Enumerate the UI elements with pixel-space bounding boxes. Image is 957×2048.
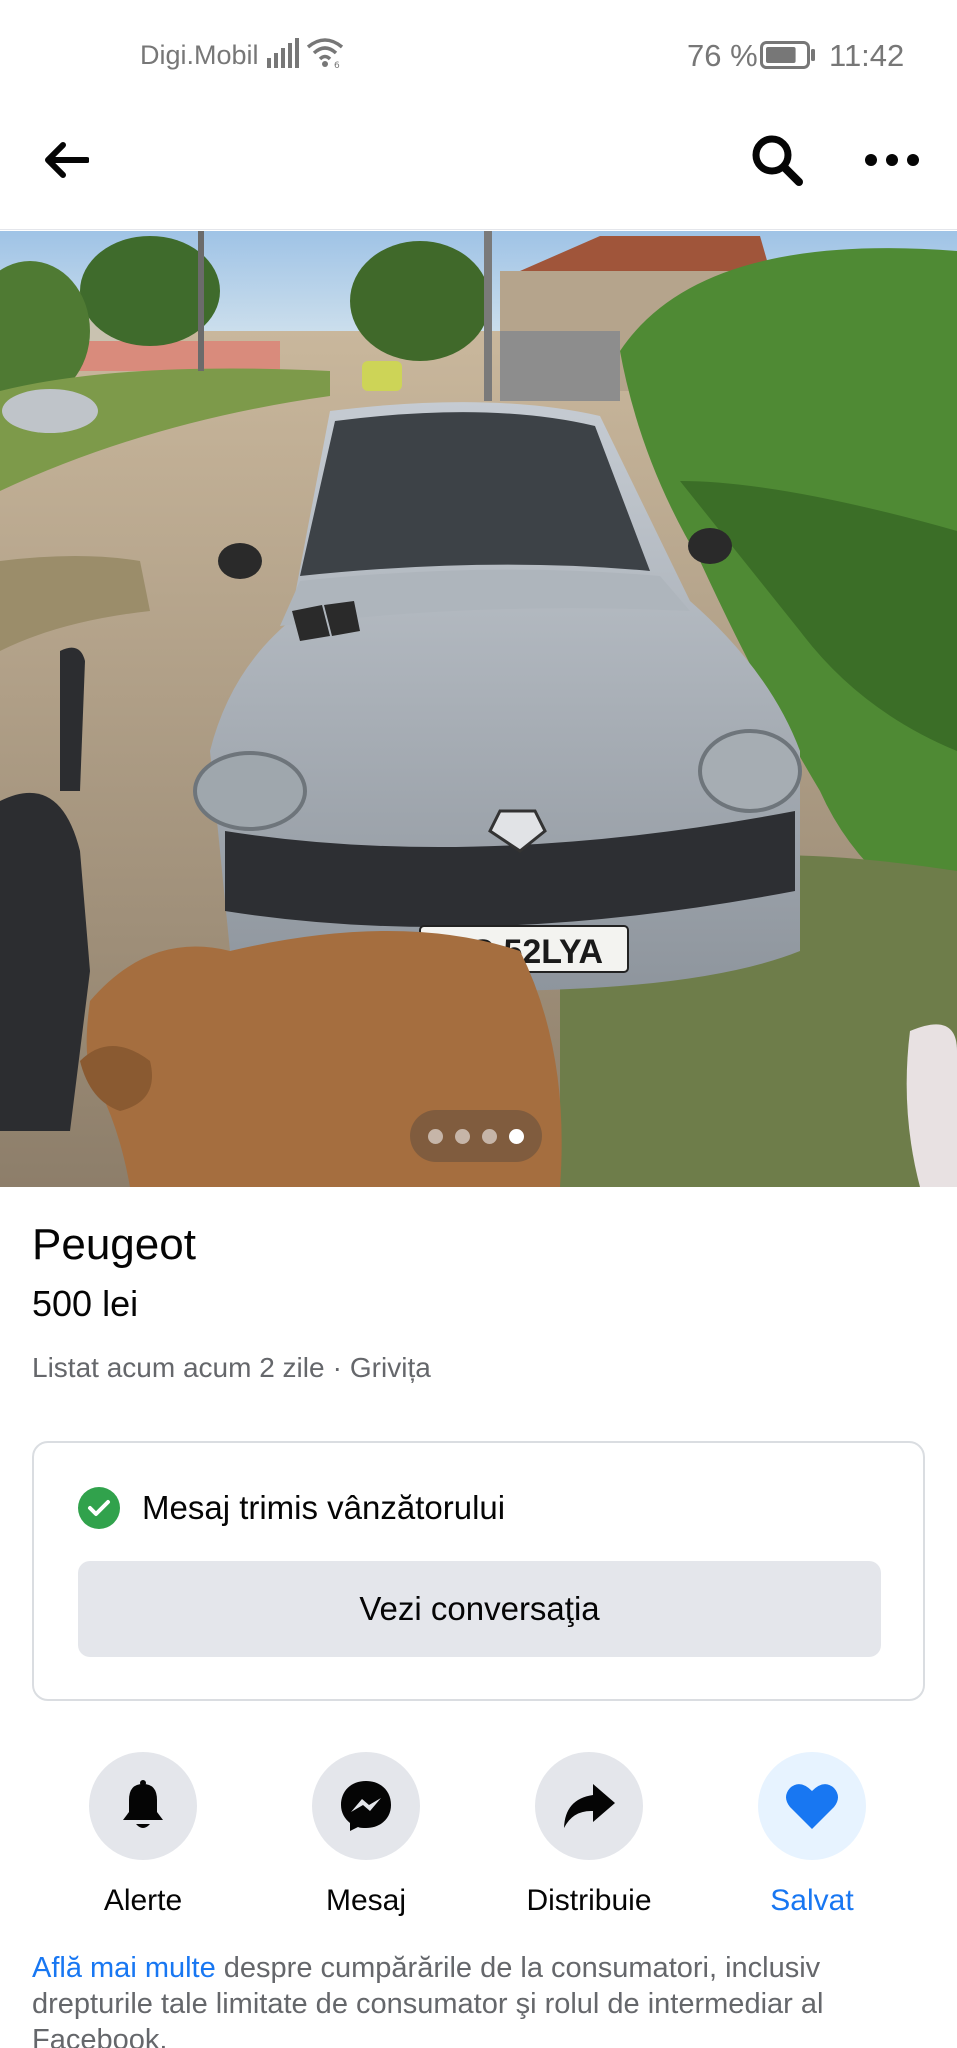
search-icon	[752, 135, 803, 186]
carrier-name: Digi.Mobil	[140, 40, 259, 70]
listed-time: Listat acum acum 2 zile	[32, 1352, 325, 1383]
signal-icon	[267, 38, 299, 68]
status-bar: Digi.Mobil 6 76 % 11:42	[0, 0, 957, 110]
saved-button[interactable]: Salvat	[732, 1752, 892, 1918]
saved-circle[interactable]	[758, 1752, 866, 1860]
carousel-dot[interactable]	[428, 1128, 443, 1144]
alerts-label: Alerte	[103, 1884, 183, 1917]
saved-label: Salvat	[770, 1884, 854, 1917]
heart-icon	[786, 1784, 838, 1829]
listing-title: Peugeot	[32, 1220, 196, 1269]
search-button[interactable]	[745, 128, 809, 192]
carousel-dot[interactable]	[455, 1128, 470, 1144]
bell-icon	[123, 1780, 163, 1828]
more-options-button[interactable]	[860, 128, 924, 192]
listing-location[interactable]: Grivița	[350, 1352, 431, 1383]
share-button[interactable]: Distribuie	[509, 1752, 669, 1918]
consumer-info-text: Află mai multe despre cumpărările de la …	[32, 1950, 922, 2048]
svg-text:6: 6	[334, 61, 340, 68]
carousel-indicator[interactable]	[410, 1110, 542, 1162]
back-button[interactable]	[36, 130, 96, 190]
meta-separator: ·	[332, 1352, 342, 1383]
check-icon	[78, 1487, 120, 1529]
share-circle[interactable]	[535, 1752, 643, 1860]
learn-more-link[interactable]: Află mai multe	[32, 1952, 216, 1984]
clock: 11:42	[829, 38, 905, 73]
message-status: Mesaj trimis vânzătorului	[142, 1489, 506, 1526]
message-button[interactable]: Mesaj	[286, 1752, 446, 1918]
alerts-circle[interactable]	[89, 1752, 197, 1860]
action-row: Alerte Mesaj Distribuie Salvat	[0, 1752, 957, 1922]
carousel-dot[interactable]	[482, 1128, 497, 1144]
top-nav	[0, 110, 957, 230]
wifi-icon: 6	[306, 38, 344, 68]
message-sent-card: Mesaj trimis vânzătorului Vezi conversaţ…	[32, 1441, 925, 1701]
share-label: Distribuie	[526, 1884, 652, 1917]
listing-price: 500 lei	[32, 1283, 139, 1324]
alerts-button[interactable]: Alerte	[63, 1752, 223, 1918]
messenger-icon	[341, 1781, 391, 1831]
message-circle[interactable]	[312, 1752, 420, 1860]
back-arrow-icon	[45, 142, 89, 178]
carousel-dot-active[interactable]	[509, 1128, 524, 1144]
battery-icon	[760, 41, 815, 69]
battery-percent: 76 %	[687, 38, 758, 73]
view-conversation-button[interactable]: Vezi conversaţia	[78, 1561, 881, 1657]
share-icon	[564, 1784, 615, 1828]
listing-meta: Listat acum acum 2 zile · Grivița	[32, 1352, 431, 1384]
message-label: Mesaj	[325, 1884, 407, 1917]
listing-photo[interactable]: BC 52LYA RO	[0, 231, 957, 1187]
more-icon	[865, 154, 919, 166]
